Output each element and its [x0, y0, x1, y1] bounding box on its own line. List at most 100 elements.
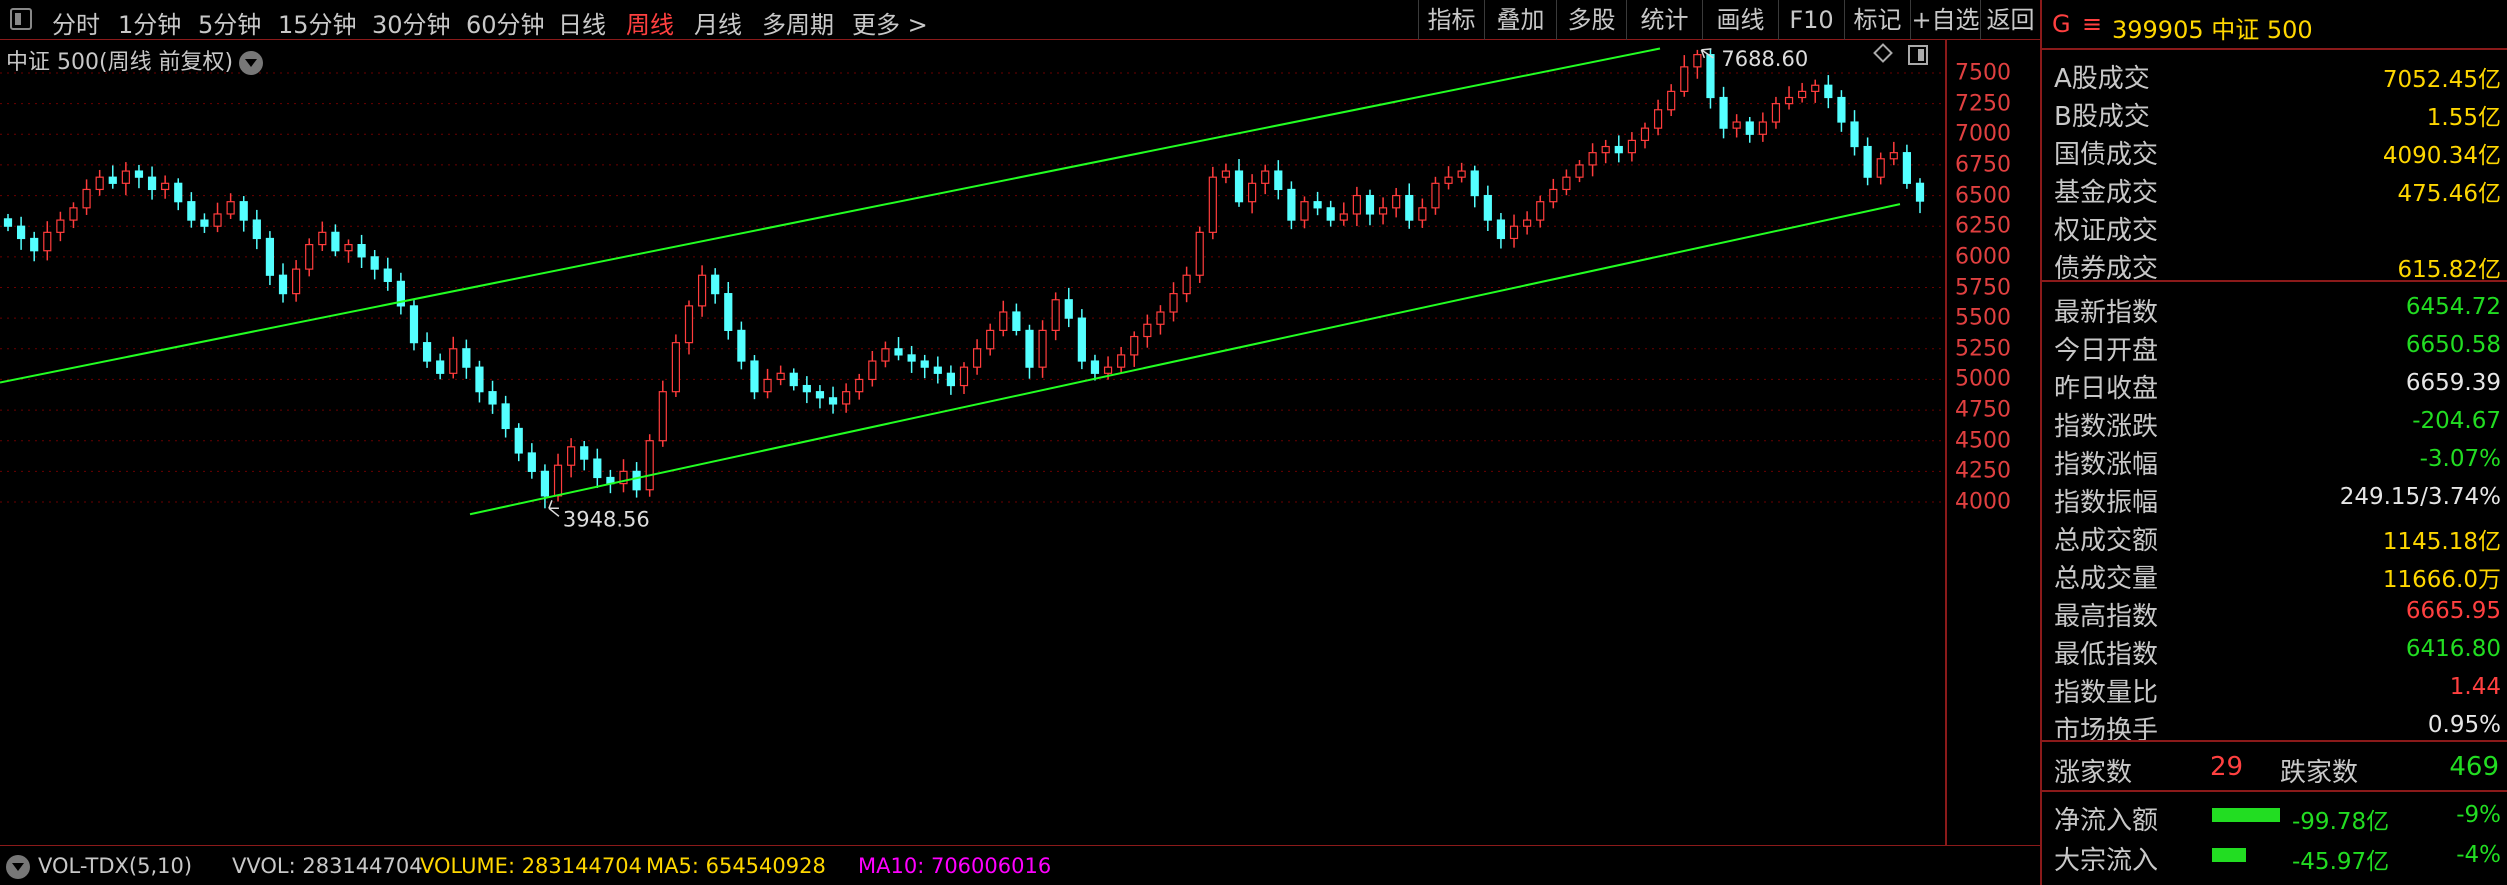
candle-body: [750, 360, 759, 393]
quote-row-label: A股成交: [2054, 64, 2150, 94]
y-tick-label: 6000: [1955, 244, 2011, 270]
chevron-down-icon[interactable]: [6, 855, 30, 879]
candle-body: [986, 329, 995, 350]
candle-body: [946, 372, 956, 387]
candle-body: [108, 176, 117, 184]
candle-body: [1523, 219, 1532, 227]
chart-title-text: 中证 500(周线 前复权): [6, 50, 234, 75]
period-60min[interactable]: 60分钟: [466, 5, 545, 40]
period-15min[interactable]: 15分钟: [278, 5, 357, 40]
candle-body: [1287, 188, 1296, 221]
tool-draw-line[interactable]: 画线: [1702, 0, 1778, 40]
candle-body: [1300, 201, 1309, 221]
candle-body: [16, 225, 26, 240]
tool-overlay[interactable]: 叠加: [1484, 0, 1556, 40]
quote-row: 昨日收盘 6659.39: [2042, 364, 2507, 404]
candle-body: [959, 366, 969, 387]
low-arrow-icon: [548, 500, 560, 517]
candle-body: [868, 360, 877, 381]
tool-add-watchlist[interactable]: +自选: [1910, 0, 1980, 40]
tool-indicator[interactable]: 指标: [1418, 0, 1484, 40]
chart-title[interactable]: 中证 500(周线 前复权): [6, 44, 264, 76]
window-icon[interactable]: [1908, 45, 1928, 65]
candle-body: [1824, 84, 1833, 99]
candle-body: [69, 207, 78, 221]
candle-body: [1601, 145, 1610, 154]
period-weekly[interactable]: 周线: [626, 5, 674, 40]
candle-body: [1117, 354, 1126, 368]
candle-body: [527, 452, 536, 472]
index-code-name: 399905 中证 500: [2112, 16, 2313, 44]
candle-body: [855, 378, 864, 393]
weekly-kline-chart[interactable]: 7688.60 3948.56: [0, 40, 1945, 845]
period-more[interactable]: 更多 >: [852, 5, 928, 40]
candle-body: [1313, 201, 1322, 209]
quote-row: 最低指数 6416.80: [2042, 630, 2507, 670]
y-tick-label: 6250: [1955, 213, 2011, 239]
quote-row-value: 6454.72: [2405, 294, 2501, 320]
candle-body: [567, 446, 576, 466]
candle-body: [842, 391, 851, 405]
tool-mark[interactable]: 标记: [1844, 0, 1910, 40]
quote-row-label: 基金成交: [2054, 178, 2159, 208]
quote-row-value: 4090.34亿: [2382, 143, 2501, 169]
tool-statistics[interactable]: 统计: [1626, 0, 1702, 40]
candle-body: [1745, 121, 1754, 135]
candle-body: [972, 348, 982, 368]
quote-row: 指数涨跌 -204.67: [2042, 402, 2507, 442]
quote-row-value: 6665.95: [2405, 598, 2501, 624]
quote-row-label: 最新指数: [2054, 298, 2159, 328]
period-intraday[interactable]: 分时: [52, 5, 100, 40]
candle-body: [737, 329, 746, 362]
candle-body: [1274, 170, 1283, 191]
candle-body: [252, 219, 261, 240]
tool-f10[interactable]: F10: [1778, 0, 1844, 40]
quote-row: 权证成交: [2042, 206, 2507, 246]
candle-body: [1090, 360, 1100, 374]
low-price-label: 3948.56: [563, 507, 650, 531]
candle-body: [671, 342, 680, 393]
candle-body: [1483, 194, 1492, 221]
y-tick-label: 6750: [1955, 152, 2011, 178]
candle-body: [1614, 145, 1623, 154]
period-daily[interactable]: 日线: [558, 5, 606, 40]
quote-row-value: -3.07%: [2419, 446, 2501, 472]
chevron-down-icon[interactable]: [239, 51, 264, 75]
candle-body: [1915, 182, 1925, 202]
period-5min[interactable]: 5分钟: [198, 5, 261, 40]
panel-toggle-icon[interactable]: [10, 8, 32, 30]
y-tick-label: 5000: [1955, 366, 2011, 392]
candle-body: [1444, 176, 1453, 184]
candle-body: [370, 256, 379, 270]
candle-body: [1588, 152, 1597, 166]
candle-body: [318, 231, 327, 246]
candle-body: [409, 305, 419, 344]
candle-body: [1876, 158, 1885, 178]
candle-body: [3, 218, 13, 227]
candle-body: [422, 342, 432, 362]
g-badge: G: [2052, 10, 2071, 38]
candle-body: [540, 470, 550, 497]
tool-multi-stock[interactable]: 多股: [1556, 0, 1626, 40]
quote-row-label: 今日开盘: [2054, 336, 2159, 366]
tool-back[interactable]: 返回: [1980, 0, 2040, 40]
y-tick-label: 6500: [1955, 183, 2011, 209]
candle-body: [1182, 274, 1191, 295]
quote-row: 指数涨幅 -3.07%: [2042, 440, 2507, 480]
volume-value: VOLUME: 283144704: [420, 854, 642, 878]
candle-body: [1798, 90, 1807, 99]
period-30min[interactable]: 30分钟: [372, 5, 451, 40]
quote-row: A股成交 7052.45亿: [2042, 54, 2507, 94]
candle-body: [1850, 121, 1859, 148]
candle-body: [1758, 121, 1767, 135]
period-multi[interactable]: 多周期: [762, 5, 834, 40]
indicator-name[interactable]: VOL-TDX(5,10): [38, 854, 192, 878]
menu-icon[interactable]: ≡: [2082, 10, 2102, 38]
period-monthly[interactable]: 月线: [694, 5, 742, 40]
period-1min[interactable]: 1分钟: [118, 5, 181, 40]
candle-body: [449, 348, 458, 374]
quote-row-value: 6650.58: [2405, 332, 2501, 358]
net-inflow-bar: [2212, 808, 2280, 822]
candle-body: [1038, 329, 1047, 368]
high-price-label: 7688.60: [1721, 47, 1808, 71]
